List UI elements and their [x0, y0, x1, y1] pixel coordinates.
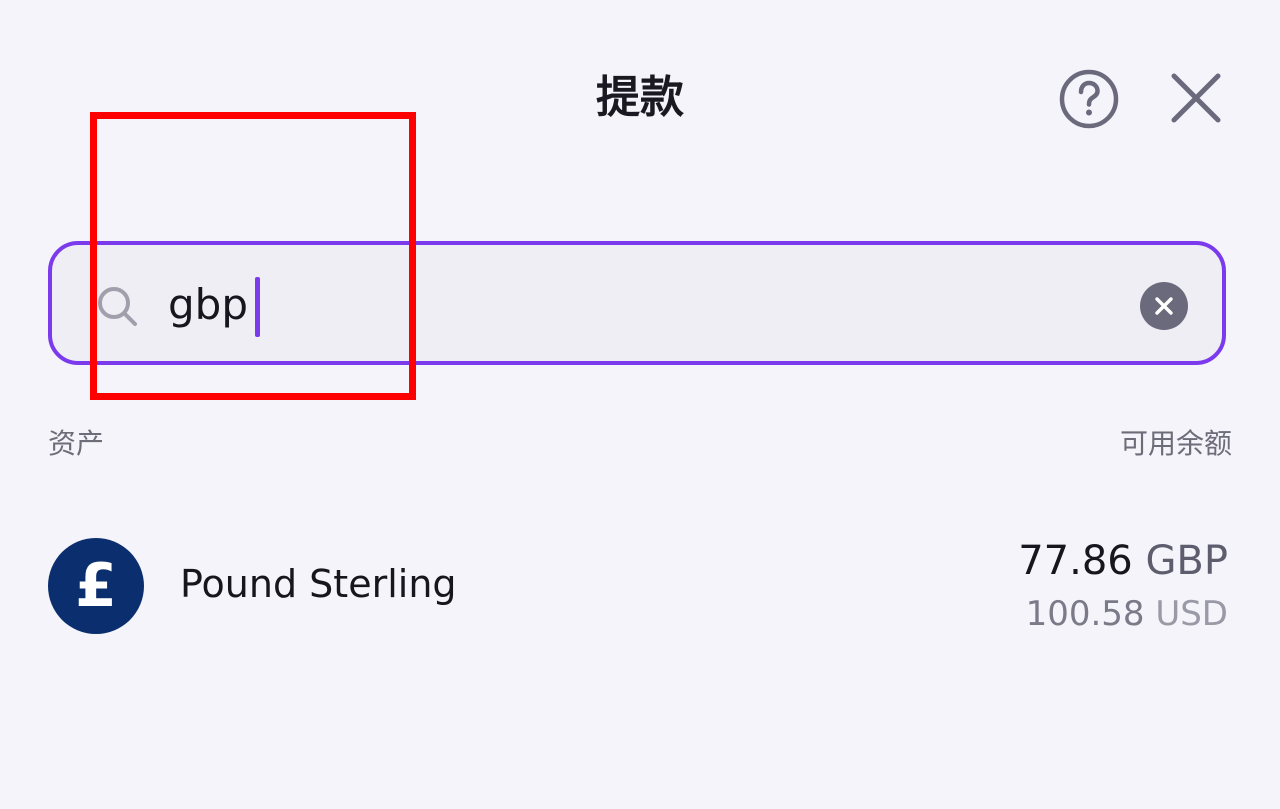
search-icon	[98, 287, 137, 326]
balance-column-header: 可用余额	[1119, 427, 1232, 460]
clear-icon	[1155, 297, 1173, 315]
asset-row-gbp[interactable]: £ Pound Sterling 77.86 GBP 100.58 USD	[0, 518, 1280, 658]
asset-balance: 77.86 GBP	[1018, 538, 1228, 584]
pound-sterling-icon: £	[48, 538, 144, 634]
fiat-amount: 100.58	[1025, 594, 1145, 634]
text-cursor	[255, 277, 260, 337]
balance-amount: 77.86	[1018, 538, 1133, 584]
search-field[interactable]	[48, 241, 1226, 365]
search-input[interactable]	[168, 271, 868, 337]
help-icon[interactable]	[1058, 68, 1120, 130]
asset-name: Pound Sterling	[180, 562, 457, 606]
asset-column-header: 资产	[48, 427, 105, 460]
fiat-unit: USD	[1155, 594, 1228, 634]
asset-fiat-value: 100.58 USD	[1026, 594, 1228, 634]
balance-unit: GBP	[1145, 538, 1228, 584]
clear-search-button[interactable]	[1140, 282, 1188, 330]
page-title: 提款	[596, 72, 684, 123]
withdraw-screen: 提款 资产 可用余额 £ Pound Sterling 77.86 GBP 10…	[0, 0, 1280, 809]
close-icon[interactable]	[1168, 70, 1224, 126]
